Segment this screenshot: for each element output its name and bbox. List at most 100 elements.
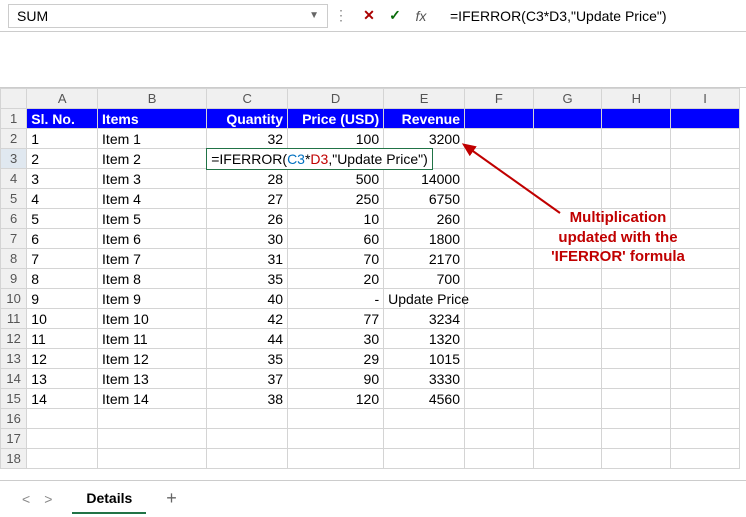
cell[interactable]	[671, 449, 740, 469]
cell[interactable]	[27, 449, 98, 469]
row-header[interactable]: 15	[1, 389, 27, 409]
cell[interactable]: Item 4	[98, 189, 207, 209]
cell[interactable]	[671, 409, 740, 429]
cell[interactable]: Revenue	[384, 109, 465, 129]
cell[interactable]	[98, 409, 207, 429]
cell[interactable]: 70	[288, 249, 384, 269]
cell[interactable]: Item 3	[98, 169, 207, 189]
cell[interactable]	[533, 329, 602, 349]
cell[interactable]: Price (USD)	[288, 109, 384, 129]
cell[interactable]: 14000	[384, 169, 465, 189]
cell[interactable]	[465, 369, 534, 389]
cell[interactable]: 4560	[384, 389, 465, 409]
cell[interactable]	[98, 429, 207, 449]
cell[interactable]	[602, 409, 671, 429]
cell[interactable]	[671, 349, 740, 369]
cell[interactable]: 1	[27, 129, 98, 149]
cell[interactable]	[465, 229, 534, 249]
cell[interactable]	[288, 429, 384, 449]
cell[interactable]: Item 1	[98, 129, 207, 149]
cell[interactable]: 3234	[384, 309, 465, 329]
cell[interactable]	[671, 109, 740, 129]
cell[interactable]	[671, 189, 740, 209]
cell[interactable]: Item 11	[98, 329, 207, 349]
cell[interactable]	[602, 289, 671, 309]
cell[interactable]: Item 2	[98, 149, 207, 169]
cell[interactable]: 500	[288, 169, 384, 189]
cell[interactable]	[602, 329, 671, 349]
cell[interactable]: Item 7	[98, 249, 207, 269]
cell[interactable]	[671, 289, 740, 309]
cell[interactable]	[207, 409, 288, 429]
cell[interactable]	[602, 189, 671, 209]
cell[interactable]: 14	[27, 389, 98, 409]
cell[interactable]	[465, 309, 534, 329]
row-header[interactable]: 7	[1, 229, 27, 249]
cell[interactable]: 29	[288, 349, 384, 369]
cell[interactable]	[671, 269, 740, 289]
col-header-H[interactable]: H	[602, 89, 671, 109]
row-header[interactable]: 14	[1, 369, 27, 389]
cell[interactable]	[602, 269, 671, 289]
cell[interactable]	[465, 449, 534, 469]
cell[interactable]: 10	[288, 209, 384, 229]
cell[interactable]	[465, 349, 534, 369]
cell[interactable]	[465, 329, 534, 349]
cell[interactable]: Item 8	[98, 269, 207, 289]
row-header[interactable]: 6	[1, 209, 27, 229]
cell[interactable]	[602, 109, 671, 129]
cell[interactable]: 1800	[384, 229, 465, 249]
cell[interactable]: 30	[207, 229, 288, 249]
add-sheet-button[interactable]: +	[156, 488, 187, 509]
cell[interactable]: 2170	[384, 249, 465, 269]
row-header[interactable]: 13	[1, 349, 27, 369]
cell[interactable]: 27	[207, 189, 288, 209]
cell[interactable]: 90	[288, 369, 384, 389]
cell[interactable]	[465, 289, 534, 309]
cell[interactable]: 100	[288, 129, 384, 149]
cell[interactable]: 10	[27, 309, 98, 329]
col-header-I[interactable]: I	[671, 89, 740, 109]
cell[interactable]	[671, 429, 740, 449]
cell[interactable]: 3330	[384, 369, 465, 389]
col-header-F[interactable]: F	[465, 89, 534, 109]
cell[interactable]: 6750	[384, 189, 465, 209]
cell[interactable]: 11	[27, 329, 98, 349]
formula-input[interactable]: =IFERROR(C3*D3,"Update Price")	[442, 4, 738, 28]
cell[interactable]	[465, 209, 534, 229]
spreadsheet-grid[interactable]: ABCDEFGHI1Sl. No.ItemsQuantityPrice (USD…	[0, 88, 746, 480]
cell[interactable]	[602, 169, 671, 189]
cell[interactable]	[671, 369, 740, 389]
cell[interactable]: Item 10	[98, 309, 207, 329]
cell[interactable]	[384, 449, 465, 469]
row-header[interactable]: 10	[1, 289, 27, 309]
cell[interactable]	[533, 369, 602, 389]
cell[interactable]: 13	[27, 369, 98, 389]
cell[interactable]	[533, 309, 602, 329]
cell[interactable]: 77	[288, 309, 384, 329]
cell[interactable]: 260	[384, 209, 465, 229]
cell[interactable]: Item 5	[98, 209, 207, 229]
cell[interactable]	[533, 289, 602, 309]
col-header-D[interactable]: D	[288, 89, 384, 109]
row-header[interactable]: 9	[1, 269, 27, 289]
cell[interactable]: 4	[27, 189, 98, 209]
sheet-tab-details[interactable]: Details	[72, 484, 146, 514]
cell[interactable]	[602, 389, 671, 409]
cell[interactable]	[533, 449, 602, 469]
cell[interactable]	[602, 349, 671, 369]
cell[interactable]: Item 9	[98, 289, 207, 309]
cell[interactable]	[533, 189, 602, 209]
cell[interactable]	[533, 149, 602, 169]
cell[interactable]	[671, 169, 740, 189]
cancel-icon[interactable]: ✕	[360, 7, 378, 24]
cell[interactable]: Item 6	[98, 229, 207, 249]
cell[interactable]: 3	[27, 169, 98, 189]
cell[interactable]: 20	[288, 269, 384, 289]
cell[interactable]	[27, 429, 98, 449]
cell[interactable]: 37	[207, 369, 288, 389]
cell[interactable]: 44	[207, 329, 288, 349]
active-cell[interactable]: =IFERROR(C3*D3,"Update Price")	[207, 149, 288, 169]
cell[interactable]	[671, 129, 740, 149]
cell[interactable]	[533, 169, 602, 189]
